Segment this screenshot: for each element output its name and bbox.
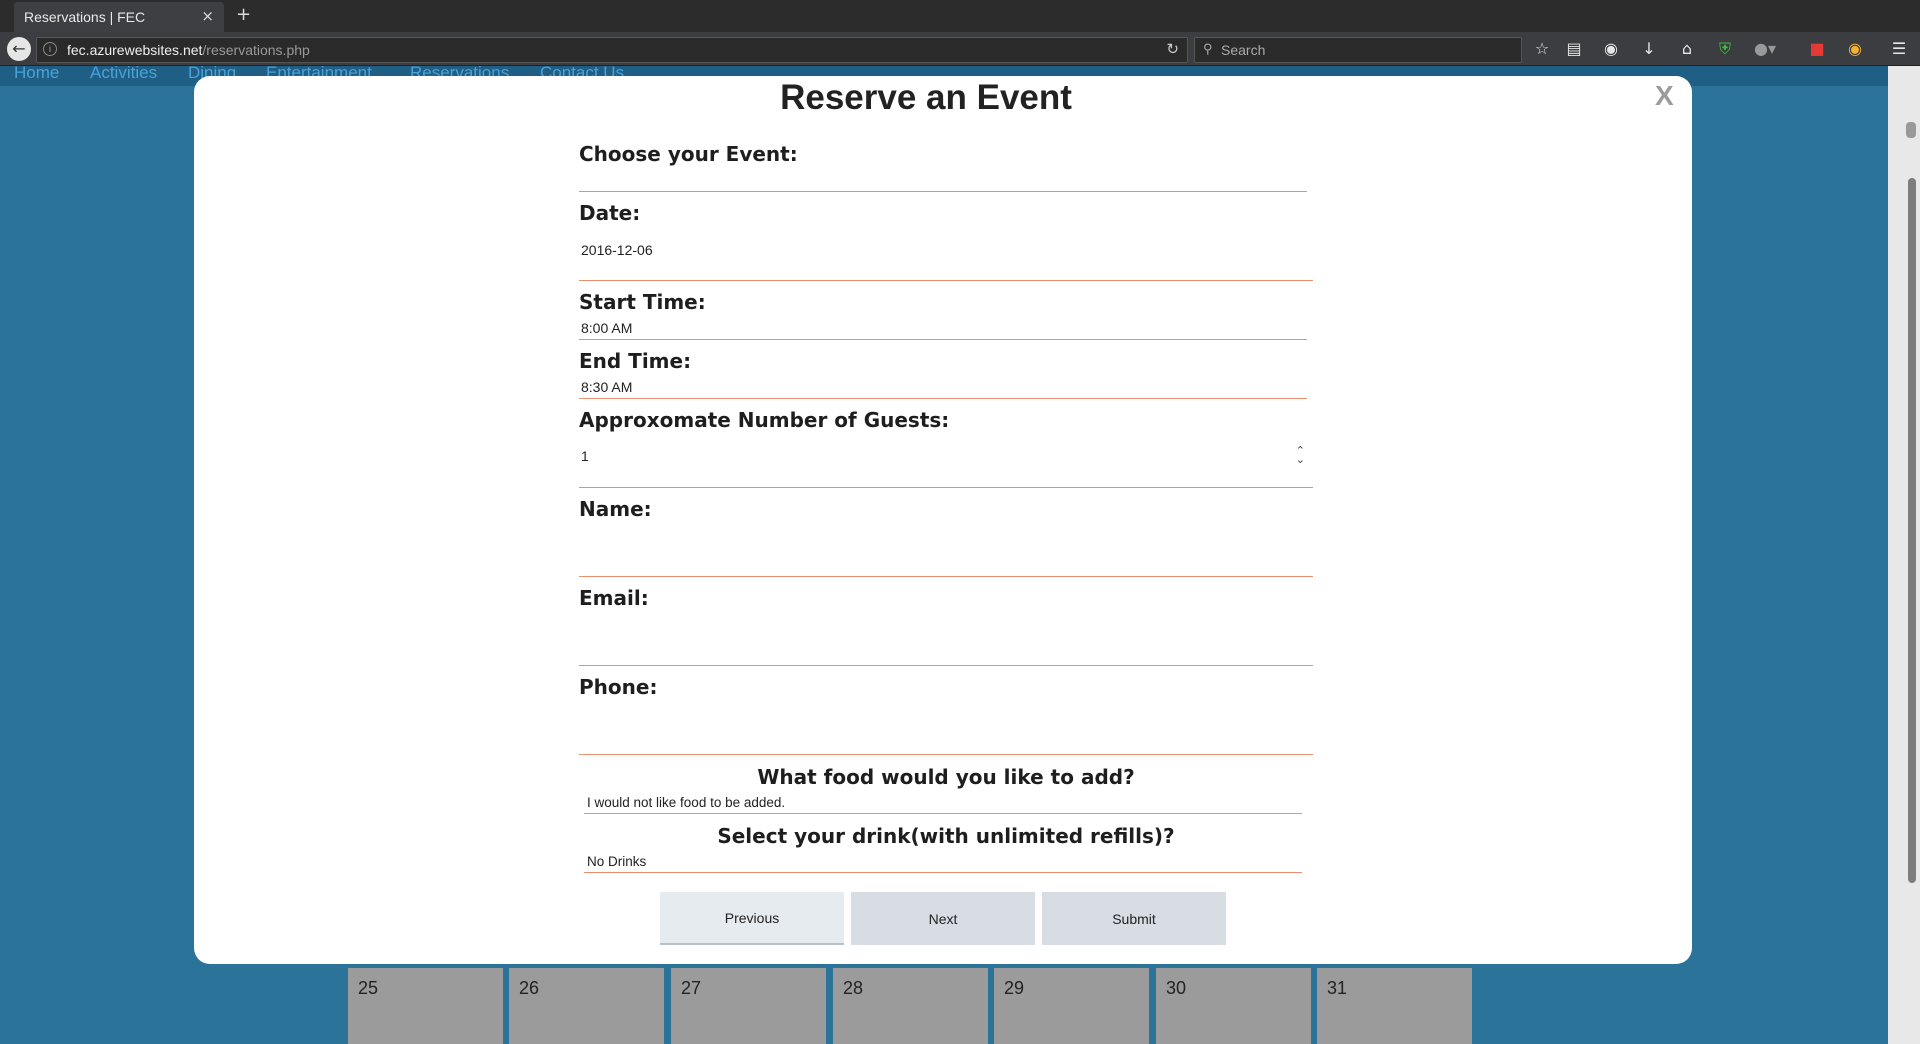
modal-title: Reserve an Event — [780, 78, 1072, 117]
date-input[interactable]: 2016-12-06 — [579, 232, 1313, 281]
pocket-icon[interactable]: ◉ — [1600, 38, 1622, 60]
calendar-day[interactable]: 26 — [509, 968, 664, 1044]
next-button[interactable]: Next — [851, 892, 1035, 945]
calendar-day[interactable]: 28 — [833, 968, 988, 1044]
calendar-day[interactable]: 30 — [1156, 968, 1311, 1044]
end-time-select[interactable]: 8:30 AM — [579, 377, 1307, 399]
info-icon[interactable]: i — [43, 42, 57, 56]
number-spinner-icon[interactable]: ⌃ ⌄ — [1296, 445, 1305, 465]
food-select[interactable]: I would not like food to be added. — [584, 793, 1302, 814]
bookmark-star-icon[interactable]: ☆ — [1531, 38, 1553, 60]
extension-icon[interactable]: ●▾ — [1754, 38, 1776, 60]
new-tab-icon[interactable]: + — [236, 4, 251, 25]
reload-icon[interactable]: ↻ — [1166, 40, 1179, 58]
end-time-label: End Time: — [579, 349, 692, 373]
url-text: fec.azurewebsites.net/reservations.php — [67, 42, 310, 58]
calendar-day[interactable]: 31 — [1317, 968, 1472, 1044]
back-arrow-icon[interactable]: ← — [7, 37, 31, 61]
guests-number-input[interactable]: 1 ⌃ ⌄ — [579, 440, 1313, 488]
calendar-day[interactable]: 25 — [348, 968, 503, 1044]
home-icon[interactable]: ⌂ — [1676, 38, 1698, 60]
drink-select[interactable]: No Drinks — [584, 852, 1302, 873]
search-icon: ⚲ — [1203, 41, 1213, 56]
calendar-day[interactable]: 27 — [671, 968, 826, 1044]
shield-icon[interactable]: ⛨ — [1714, 38, 1736, 60]
sync-icon[interactable]: ◉ — [1844, 38, 1866, 60]
browser-tab-bar: Reservations | FEC × + — [0, 0, 1920, 32]
event-select[interactable] — [579, 170, 1307, 192]
name-label: Name: — [579, 497, 652, 521]
phone-input[interactable] — [579, 706, 1313, 755]
browser-nav-bar: ← i fec.azurewebsites.net/reservations.p… — [0, 32, 1920, 66]
email-label: Email: — [579, 586, 649, 610]
close-tab-icon[interactable]: × — [201, 7, 214, 25]
browser-tab[interactable]: Reservations | FEC × — [14, 2, 224, 32]
food-label: What food would you like to add? — [757, 765, 1135, 789]
browser-search-input[interactable]: ⚲ Search — [1194, 37, 1522, 63]
reading-list-icon[interactable]: ▤ — [1563, 38, 1585, 60]
scrollbar-thumb[interactable] — [1908, 178, 1916, 883]
start-time-label: Start Time: — [579, 290, 706, 314]
url-bar[interactable]: i fec.azurewebsites.net/reservations.php… — [36, 37, 1188, 63]
lock-icon[interactable]: ■ — [1806, 38, 1828, 60]
drink-label: Select your drink(with unlimited refills… — [717, 824, 1175, 848]
start-time-select[interactable]: 8:00 AM — [579, 318, 1307, 340]
download-icon[interactable]: ↓ — [1638, 38, 1660, 60]
submit-button[interactable]: Submit — [1042, 892, 1226, 945]
phone-label: Phone: — [579, 675, 658, 699]
calendar-day[interactable]: 29 — [994, 968, 1149, 1044]
previous-button[interactable]: Previous — [660, 892, 844, 945]
date-label: Date: — [579, 201, 641, 225]
event-label: Choose your Event: — [579, 142, 798, 166]
tab-title: Reservations | FEC — [24, 9, 146, 25]
scroll-up-arrow[interactable] — [1906, 122, 1916, 138]
email-input[interactable] — [579, 617, 1313, 666]
menu-icon[interactable]: ☰ — [1888, 38, 1910, 60]
guests-label: Approxomate Number of Guests: — [579, 408, 950, 432]
name-input[interactable] — [579, 528, 1313, 577]
